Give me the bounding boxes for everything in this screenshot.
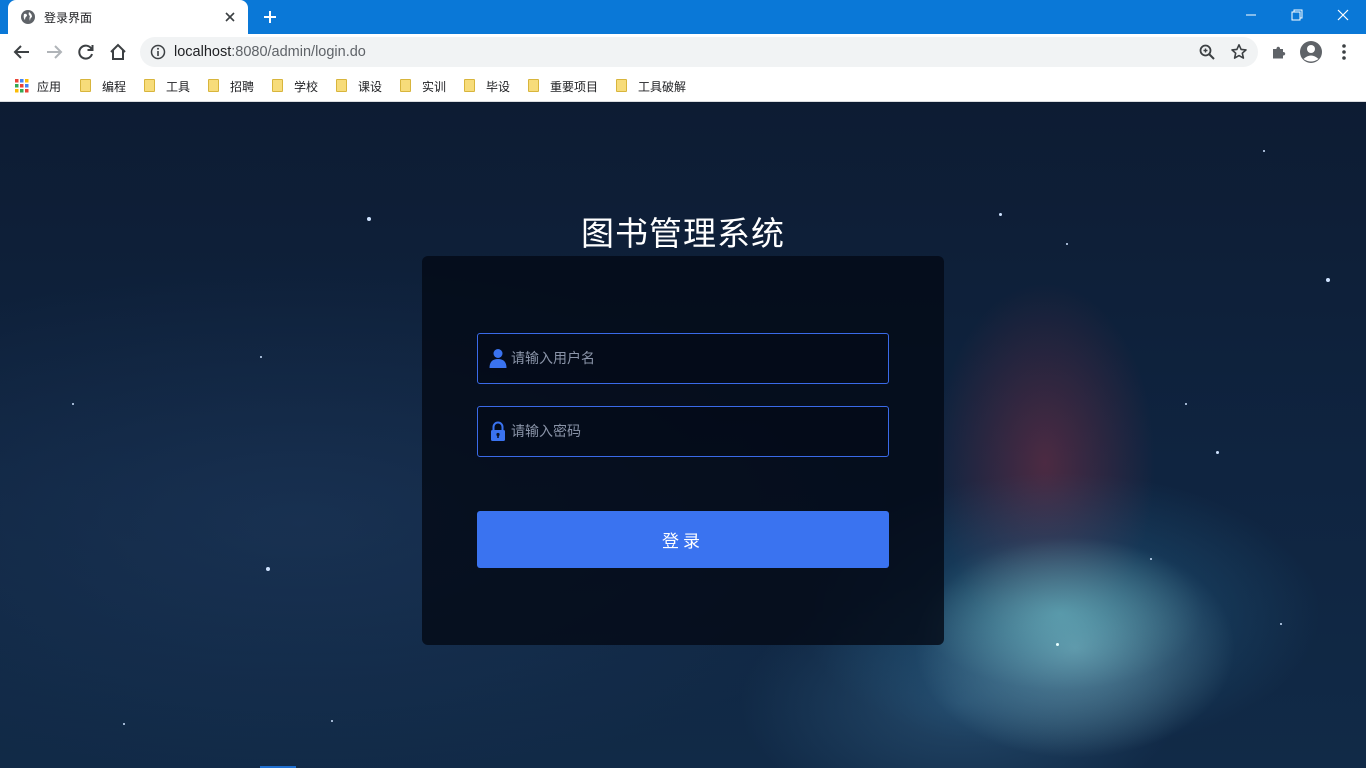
tab-strip: 登录界面	[0, 0, 1366, 34]
restore-icon[interactable]	[1274, 0, 1320, 30]
minimize-icon[interactable]	[1228, 0, 1274, 30]
bookmark-folder[interactable]: 毕设	[464, 76, 510, 96]
folder-icon	[528, 79, 542, 93]
folder-icon	[336, 79, 350, 93]
star-dot	[331, 720, 333, 722]
folder-icon	[272, 79, 286, 93]
folder-icon	[616, 79, 630, 93]
close-icon[interactable]	[222, 9, 238, 25]
bookmark-label: 工具	[166, 79, 191, 94]
bookmark-folder[interactable]: 工具破解	[616, 76, 686, 96]
bookmark-label: 工具破解	[638, 79, 687, 94]
home-icon[interactable]	[103, 37, 133, 67]
forward-arrow-icon[interactable]	[39, 37, 69, 67]
lock-icon	[489, 421, 507, 441]
bookmark-label: 实训	[422, 79, 447, 94]
star-dot	[1185, 403, 1187, 405]
star-dot	[1263, 150, 1265, 152]
bookmark-folder[interactable]: 招聘	[208, 76, 254, 96]
plus-icon[interactable]	[258, 5, 282, 29]
info-icon[interactable]	[150, 44, 166, 60]
puzzle-icon[interactable]	[1264, 37, 1294, 67]
close-window-icon[interactable]	[1320, 0, 1366, 30]
bookmark-label: 毕设	[486, 79, 511, 94]
bookmark-label: 招聘	[230, 79, 255, 94]
star-dot	[1326, 278, 1330, 282]
folder-icon	[144, 79, 158, 93]
tab-title: 登录界面	[44, 10, 93, 25]
globe-icon	[20, 9, 36, 25]
star-dot	[72, 403, 74, 405]
url-host: localhost	[174, 44, 232, 60]
star-dot	[1150, 558, 1152, 560]
bookmarks-bar: 应用 编程 工具 招聘 学校 课设 实训 毕设 重要项目 工具破解	[0, 70, 1366, 102]
star-dot	[1280, 623, 1282, 625]
url-text: localhost:8080/admin/login.do	[174, 37, 366, 67]
avatar-icon[interactable]	[1296, 37, 1326, 67]
bookmark-label: 课设	[358, 79, 383, 94]
login-card: 登录	[422, 256, 944, 645]
kebab-menu-icon[interactable]	[1329, 37, 1359, 67]
folder-icon	[80, 79, 94, 93]
browser-toolbar: localhost:8080/admin/login.do	[0, 34, 1366, 70]
bookmark-label: 学校	[294, 79, 319, 94]
password-field[interactable]	[477, 406, 889, 457]
bookmark-apps[interactable]: 应用	[15, 76, 61, 96]
login-page: 图书管理系统 登录	[0, 103, 1366, 768]
login-button[interactable]: 登录	[477, 511, 889, 568]
bookmark-label: 编程	[102, 79, 127, 94]
star-dot	[266, 567, 270, 571]
address-bar[interactable]: localhost:8080/admin/login.do	[140, 37, 1258, 67]
folder-icon	[464, 79, 478, 93]
bookmark-folder[interactable]: 课设	[336, 76, 382, 96]
star-dot	[260, 356, 262, 358]
user-icon	[489, 348, 507, 368]
zoom-icon[interactable]	[1198, 43, 1216, 61]
bookmark-folder[interactable]: 实训	[400, 76, 446, 96]
folder-icon	[208, 79, 222, 93]
folder-icon	[400, 79, 414, 93]
star-dot	[1216, 451, 1219, 454]
bookmark-folder[interactable]: 工具	[144, 76, 190, 96]
page-title: 图书管理系统	[581, 214, 785, 253]
back-arrow-icon[interactable]	[7, 37, 37, 67]
star-dot	[123, 723, 125, 725]
url-path: :8080/admin/login.do	[231, 44, 366, 60]
apps-grid-icon	[15, 79, 29, 93]
bookmark-label: 重要项目	[550, 79, 599, 94]
bookmark-folder[interactable]: 编程	[80, 76, 126, 96]
bookmark-folder[interactable]: 重要项目	[528, 76, 598, 96]
bookmark-folder[interactable]: 学校	[272, 76, 318, 96]
reload-icon[interactable]	[71, 37, 101, 67]
username-field[interactable]	[477, 333, 889, 384]
browser-tab[interactable]: 登录界面	[8, 0, 248, 34]
bookmark-label: 应用	[37, 79, 62, 94]
password-input[interactable]	[511, 407, 881, 456]
star-icon[interactable]	[1230, 43, 1248, 61]
username-input[interactable]	[511, 334, 881, 383]
star-dot	[1056, 643, 1059, 646]
